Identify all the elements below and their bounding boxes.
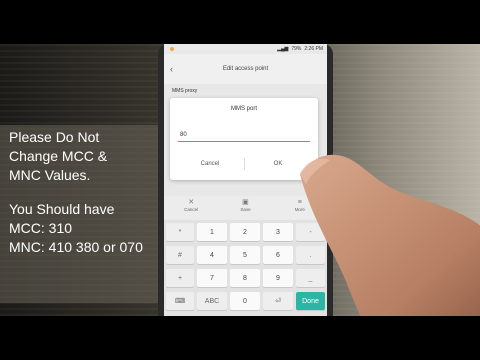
key-abc[interactable]: ABC <box>197 292 227 310</box>
hand-image <box>300 154 480 316</box>
key-star[interactable]: * <box>166 223 194 241</box>
key-5[interactable]: 5 <box>230 246 260 264</box>
caption-line: MNC: 410 380 or 070 <box>9 239 143 255</box>
caption-line: Please Do Not <box>9 129 100 145</box>
key-1[interactable]: 1 <box>197 223 227 241</box>
key-8[interactable]: 8 <box>230 269 260 287</box>
page-title: Edit access point <box>222 66 269 72</box>
status-bar: ▂▄▆ 79% 2:26 PM <box>164 44 327 54</box>
back-arrow-icon[interactable]: ‹ <box>170 54 184 84</box>
dialog-button-divider <box>244 158 245 170</box>
letterbox-bottom <box>0 316 480 360</box>
action-cancel[interactable]: ✕ Cancel <box>164 196 218 220</box>
key-hash[interactable]: # <box>166 246 194 264</box>
status-time: 2:26 PM <box>304 46 323 52</box>
app-bar: Edit access point <box>164 54 327 84</box>
mms-proxy-label[interactable]: MMS proxy <box>172 88 197 94</box>
action-save-label: Save <box>240 207 251 212</box>
key-plus[interactable]: + <box>166 269 194 287</box>
caption-panel: Please Do Not Change MCC & MNC Values. Y… <box>0 125 158 303</box>
letterbox-top <box>0 0 480 44</box>
caption-line: MNC Values. <box>9 167 91 183</box>
keyboard-switch-icon[interactable]: ⌨ <box>166 292 194 310</box>
notification-icon <box>170 47 174 51</box>
close-icon: ✕ <box>188 199 195 206</box>
battery-level: 79% <box>291 46 302 52</box>
dialog-title: MMS port <box>230 106 257 112</box>
video-scene: ▂▄▆ 79% 2:26 PM Edit access point ‹ MMS … <box>0 44 480 316</box>
key-7[interactable]: 7 <box>197 269 227 287</box>
caption-line: You Should have <box>9 201 115 217</box>
signal-icon: ▂▄▆ <box>277 46 289 52</box>
action-cancel-label: Cancel <box>184 207 199 212</box>
dialog-cancel-button[interactable]: Cancel <box>180 156 240 172</box>
key-4[interactable]: 4 <box>197 246 227 264</box>
caption-line: MCC: 310 <box>9 220 73 236</box>
key-2[interactable]: 2 <box>230 223 260 241</box>
key-0[interactable]: 0 <box>230 292 260 310</box>
caption-line: Change MCC & <box>9 148 108 164</box>
